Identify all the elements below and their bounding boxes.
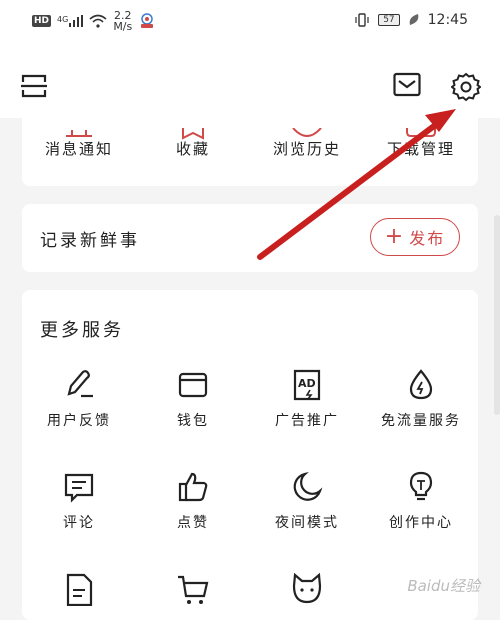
service-label: 创作中心 [389,515,453,531]
service-label: 钱包 [177,413,209,429]
service-likes[interactable]: 点赞 [136,470,250,532]
quick-link-history[interactable]: 浏览历史 [250,128,364,159]
feed-card: 记录新鲜事 + 发布 [22,204,478,272]
service-label: 夜间模式 [275,515,339,531]
comment-icon [64,473,94,503]
signal-icon: 4G [57,15,84,27]
more-services-title: 更多服务 [40,320,124,341]
plus-icon: + [384,224,406,249]
wallet-icon [178,372,208,398]
scrollbar[interactable] [494,215,500,415]
more-services-card: 更多服务 用户反馈 钱包 AD 广告推广 免流量服务 评论 点赞 夜间模式 创作… [22,290,478,620]
svg-text:AD: AD [298,377,316,390]
net-speed-unit: M/s [113,20,133,33]
download-icon [406,128,436,137]
quick-link-downloads[interactable]: 下载管理 [364,128,478,159]
mail-icon[interactable] [393,72,421,102]
document-icon [66,573,93,606]
quick-link-notifications[interactable]: 消息通知 [22,130,136,159]
ad-icon: AD [293,369,321,401]
service-night-mode[interactable]: 夜间模式 [250,470,364,532]
service-wallet[interactable]: 钱包 [136,368,250,430]
service-cat[interactable] [250,572,364,614]
history-icon [292,128,322,137]
feed-title: 记录新鲜事 [40,231,140,251]
clock: 12:45 [427,12,468,28]
publish-label: 发布 [409,229,446,248]
scan-icon[interactable] [20,72,48,104]
bulb-icon [409,471,433,501]
service-label: 广告推广 [275,413,339,429]
vibrate-icon [355,13,369,27]
service-document[interactable] [22,572,136,614]
signal-bars-icon [69,15,84,27]
quick-links-card: 消息通知 收藏 浏览历史 下载管理 [22,118,478,186]
service-creator-center[interactable]: 创作中心 [364,470,478,532]
wifi-icon [89,14,107,28]
service-label: 点赞 [177,515,209,531]
hd-badge: HD [32,15,52,27]
service-free-data[interactable]: 免流量服务 [364,368,478,430]
service-label: 评论 [63,515,95,531]
star-icon [182,128,204,140]
status-left: HD 4G 2.2 M/s [32,10,156,32]
drop-icon [409,369,433,400]
service-cart[interactable] [136,572,250,614]
net-speed: 2.2 M/s [113,10,132,32]
battery-indicator: 57 [378,14,400,26]
pen-icon [67,370,93,398]
app-notification-icon [141,13,154,28]
gear-icon[interactable] [450,72,482,106]
quick-link-favorites[interactable]: 收藏 [136,128,250,159]
cat-icon [292,572,322,604]
status-bar: HD 4G 2.2 M/s 57 12:45 [0,0,500,44]
service-label: 免流量服务 [381,413,461,429]
leaf-icon [409,14,418,25]
signal-label: 4G [57,15,69,24]
service-label: 用户反馈 [47,413,111,429]
publish-button[interactable]: + 发布 [370,218,460,256]
status-right: 57 12:45 [354,12,468,28]
thumbs-up-icon [178,472,208,502]
service-ads[interactable]: AD 广告推广 [250,368,364,430]
service-feedback[interactable]: 用户反馈 [22,368,136,430]
service-comments[interactable]: 评论 [22,470,136,532]
watermark: Baidu经验 [407,577,480,595]
bell-icon [66,130,92,137]
cart-icon [178,575,209,604]
app-header [0,44,500,118]
moon-icon [293,472,323,501]
